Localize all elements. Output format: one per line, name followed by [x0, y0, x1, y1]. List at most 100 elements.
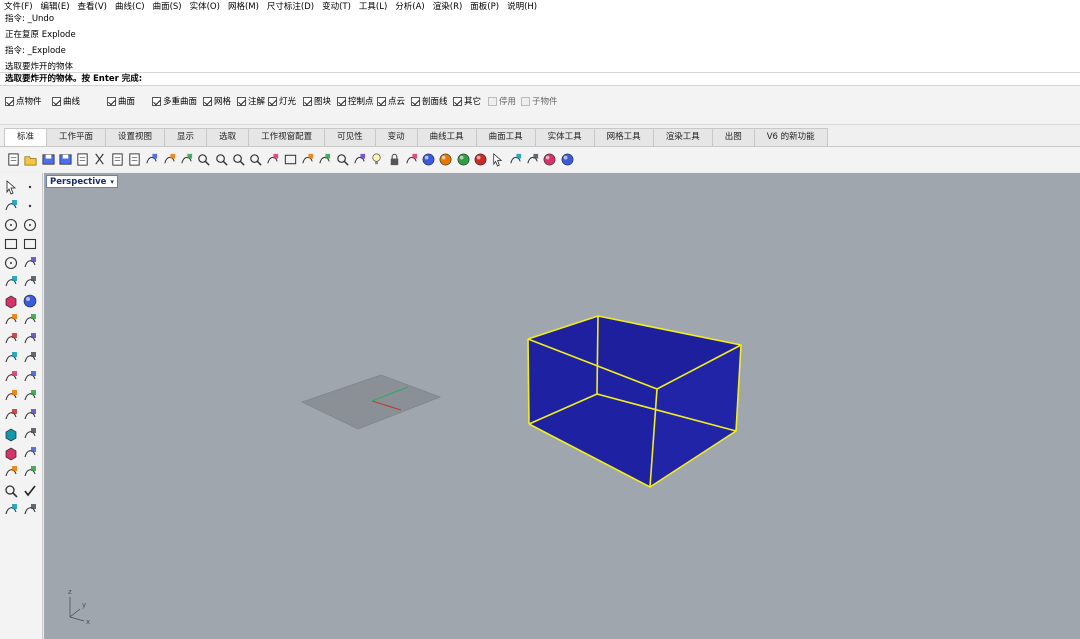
zoom-selected-icon[interactable] — [248, 152, 263, 167]
sweep-icon[interactable] — [21, 387, 38, 404]
gumball-icon[interactable] — [21, 463, 38, 480]
filter-option[interactable]: 控制点 — [337, 95, 374, 107]
block-icon[interactable] — [2, 425, 19, 442]
filter-checkbox[interactable] — [203, 96, 212, 106]
save-icon[interactable] — [41, 152, 56, 167]
filter-option[interactable]: 剖面线 — [411, 95, 448, 107]
curve-points-icon[interactable] — [21, 197, 38, 214]
filter-option[interactable]: 曲面 — [107, 95, 135, 107]
offset-curve-icon[interactable] — [2, 273, 19, 290]
named-views-icon[interactable] — [352, 152, 367, 167]
analysis-icon[interactable] — [2, 482, 19, 499]
dropdown-arrow-icon[interactable]: ▾ — [110, 178, 114, 186]
zoom-extents-icon[interactable] — [231, 152, 246, 167]
toolbar-tab[interactable]: 可见性 — [324, 128, 376, 146]
filter-option[interactable]: 网格 — [203, 95, 231, 107]
copy-icon[interactable] — [110, 152, 125, 167]
mesh-icon[interactable] — [21, 311, 38, 328]
filter-checkbox[interactable] — [303, 96, 312, 106]
viewport-title-tab[interactable]: Perspective ▾ — [46, 175, 118, 188]
toolbar-tab[interactable]: 出图 — [711, 128, 755, 146]
select-filter-icon[interactable] — [490, 152, 505, 167]
polyline-icon[interactable] — [2, 197, 19, 214]
select-icon[interactable] — [2, 178, 19, 195]
open-folder-icon[interactable] — [23, 152, 38, 167]
render-icon[interactable] — [2, 501, 19, 518]
paint-icon[interactable] — [21, 501, 38, 518]
toolbar-tab[interactable]: 渲染工具 — [652, 128, 713, 146]
filter-option[interactable]: 曲线 — [52, 95, 80, 107]
filter-checkbox[interactable] — [411, 96, 420, 106]
explode-icon[interactable] — [21, 330, 38, 347]
group-icon[interactable] — [525, 152, 540, 167]
extrude-surface-icon[interactable] — [21, 273, 38, 290]
point-icon[interactable] — [21, 178, 38, 195]
lock-icon[interactable] — [387, 152, 402, 167]
boolean-icon[interactable] — [2, 330, 19, 347]
split-icon[interactable] — [21, 425, 38, 442]
filter-option[interactable]: 其它 — [453, 95, 481, 107]
toolbar-tab[interactable]: 网格工具 — [593, 128, 654, 146]
filter-option[interactable]: 图块 — [303, 95, 331, 107]
check-icon[interactable] — [21, 482, 38, 499]
toolbar-tab[interactable]: 显示 — [164, 128, 208, 146]
cut-icon[interactable] — [92, 152, 107, 167]
toolbar-tab[interactable]: 标准 — [4, 128, 48, 146]
toolbar-tab[interactable]: 变动 — [374, 128, 418, 146]
zoom-target-icon[interactable] — [335, 152, 350, 167]
undo-view-icon[interactable] — [265, 152, 280, 167]
cylinder-icon[interactable] — [2, 311, 19, 328]
perspective-viewport[interactable]: z y x Perspective ▾ — [44, 173, 1080, 639]
blue-sphere-icon[interactable] — [473, 152, 488, 167]
filter-checkbox[interactable] — [521, 96, 530, 106]
arc-icon[interactable] — [21, 216, 38, 233]
circle-icon[interactable] — [2, 216, 19, 233]
toolbar-tab[interactable]: V6 的新功能 — [753, 128, 828, 146]
cage-icon[interactable] — [2, 444, 19, 461]
command-prompt[interactable]: 选取要炸开的物体。按 Enter 完成: — [0, 72, 1080, 86]
ghosted-icon[interactable] — [317, 152, 332, 167]
rotate-view-icon[interactable] — [179, 152, 194, 167]
dimension-icon[interactable] — [2, 349, 19, 366]
toolbar-tab[interactable]: 曲线工具 — [416, 128, 477, 146]
filter-option[interactable]: 点云 — [377, 95, 405, 107]
text-icon[interactable] — [2, 406, 19, 423]
rectangle-icon[interactable] — [21, 235, 38, 252]
flow-icon[interactable] — [21, 444, 38, 461]
filter-checkbox[interactable] — [152, 96, 161, 106]
filter-option[interactable]: 点物件 — [5, 95, 42, 107]
text-dimension-icon[interactable] — [21, 349, 38, 366]
material-sphere-icon[interactable] — [421, 152, 436, 167]
filter-checkbox[interactable] — [52, 96, 61, 106]
network-icon[interactable] — [21, 368, 38, 385]
help-icon[interactable] — [560, 152, 575, 167]
layer-color-icon[interactable] — [404, 152, 419, 167]
polygon-icon[interactable] — [2, 235, 19, 252]
filter-checkbox[interactable] — [5, 96, 14, 106]
print-icon[interactable] — [58, 152, 73, 167]
filter-checkbox[interactable] — [268, 96, 277, 106]
sphere-solid-icon[interactable] — [21, 292, 38, 309]
toolbar-tab[interactable]: 选取 — [206, 128, 250, 146]
box-solid-icon[interactable] — [2, 292, 19, 309]
filter-checkbox[interactable] — [453, 96, 462, 106]
curve-fillet-icon[interactable] — [21, 254, 38, 271]
filter-checkbox[interactable] — [107, 96, 116, 106]
shell-icon[interactable] — [2, 368, 19, 385]
array-icon[interactable] — [2, 463, 19, 480]
filter-option[interactable]: 子物件 — [521, 95, 558, 107]
new-file-icon[interactable] — [6, 152, 21, 167]
toolbar-tab[interactable]: 实体工具 — [534, 128, 595, 146]
filter-checkbox[interactable] — [377, 96, 386, 106]
toolbar-tab[interactable]: 工作平面 — [46, 128, 107, 146]
paste-icon[interactable] — [127, 152, 142, 167]
display-sphere-icon[interactable] — [456, 152, 471, 167]
filter-checkbox[interactable] — [337, 96, 346, 106]
transform-icon[interactable] — [21, 406, 38, 423]
zoom-icon[interactable] — [196, 152, 211, 167]
light-bulb-icon[interactable] — [369, 152, 384, 167]
filter-option[interactable]: 多重曲面 — [152, 95, 197, 107]
grasshopper-icon[interactable] — [542, 152, 557, 167]
undo-icon[interactable] — [144, 152, 159, 167]
render-sphere-icon[interactable] — [438, 152, 453, 167]
